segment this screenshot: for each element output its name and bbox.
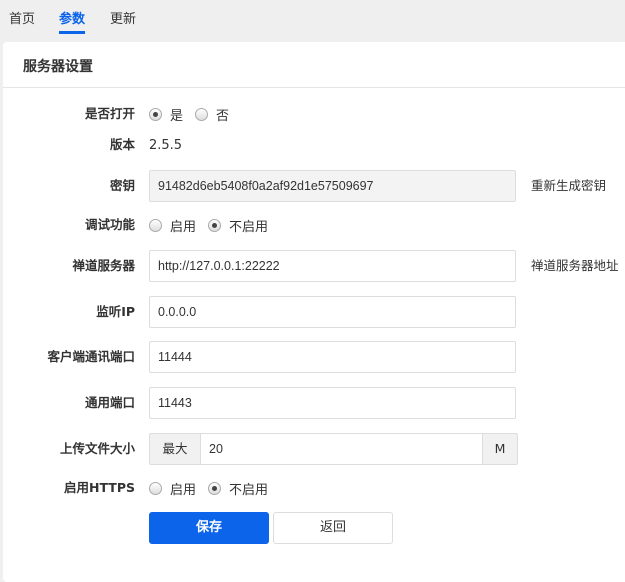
save-button[interactable]: 保存 [149,512,269,544]
upload-size-label: 上传文件大小 [59,441,135,456]
radio-checked-icon [208,218,222,232]
tab-home[interactable]: 首页 [9,8,35,27]
row-client-port: 客户端通讯端口 11444 [3,341,625,373]
zentao-server-input[interactable]: http://127.0.0.1:22222 [149,250,516,282]
enabled-radio-no[interactable]: 否 [195,105,229,124]
secret-label: 密钥 [109,178,135,193]
row-secret: 密钥 91482d6eb5408f0a2af92d1e57509697 重新生成… [3,170,625,202]
radio-checked-icon [208,481,222,495]
secret-input[interactable]: 91482d6eb5408f0a2af92d1e57509697 [149,170,516,202]
divider [3,87,625,88]
row-enabled: 是否打开 是 否 [3,98,625,130]
radio-checked-icon [149,107,162,121]
client-port-label: 客户端通讯端口 [47,349,135,364]
listen-ip-label: 监听IP [96,304,135,319]
version-value: 2.5.5 [149,137,183,153]
debug-radio-on[interactable]: 启用 [149,216,196,235]
https-label: 启用HTTPS [64,480,135,495]
row-https: 启用HTTPS 启用 不启用 [3,472,625,504]
version-label: 版本 [109,137,135,152]
listen-ip-input[interactable]: 0.0.0.0 [149,296,516,328]
row-debug: 调试功能 启用 不启用 [3,209,625,241]
radio-unchecked-icon [149,481,162,495]
upload-size-prefix: 最大 [149,433,201,465]
upload-size-input[interactable]: 20 [201,433,482,465]
enabled-label: 是否打开 [84,106,135,121]
regenerate-secret-link[interactable]: 重新生成密钥 [531,170,606,202]
row-upload-size: 上传文件大小 最大 20 M [3,433,625,465]
common-port-input[interactable]: 11443 [149,387,516,419]
row-zentao-server: 禅道服务器 http://127.0.0.1:22222 禅道服务器地址 [3,250,625,282]
common-port-label: 通用端口 [84,395,135,410]
debug-label: 调试功能 [84,217,135,232]
row-common-port: 通用端口 11443 [3,387,625,419]
enabled-radio-yes[interactable]: 是 [149,105,183,124]
zentao-server-help: 禅道服务器地址 [531,258,619,273]
upload-size-suffix: M [482,433,518,465]
radio-unchecked-icon [149,218,162,232]
card-title: 服务器设置 [23,59,93,75]
https-radio-on[interactable]: 启用 [149,479,196,498]
server-settings-card: 服务器设置 是否打开 是 否 版本 2.5.5 密钥 91482d6eb5408… [3,42,625,582]
tab-update[interactable]: 更新 [110,8,136,27]
client-port-input[interactable]: 11444 [149,341,516,373]
row-listen-ip: 监听IP 0.0.0.0 [3,296,625,328]
radio-unchecked-icon [195,107,209,121]
row-version: 版本 2.5.5 [3,129,625,161]
zentao-server-label: 禅道服务器 [72,258,135,273]
https-radio-off[interactable]: 不启用 [208,479,268,498]
tab-params[interactable]: 参数 [59,8,86,34]
debug-radio-off[interactable]: 不启用 [208,216,268,235]
row-actions: 保存 返回 [3,512,625,544]
back-button[interactable]: 返回 [273,512,393,544]
